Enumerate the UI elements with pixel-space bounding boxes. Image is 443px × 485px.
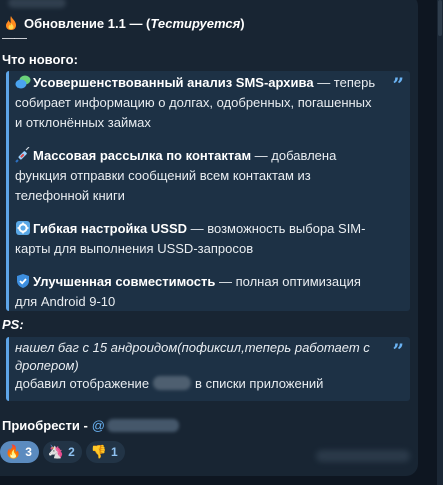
ps-added-line: добавил отображение в списки приложений bbox=[15, 376, 324, 391]
quote-mark-icon: ” bbox=[392, 339, 404, 363]
buy-username-link[interactable]: @ bbox=[92, 418, 105, 433]
shield-icon bbox=[17, 274, 29, 288]
feature-item-ussd: Гибкая настройка USSD — возможность выбо… bbox=[15, 221, 366, 256]
syringe-icon bbox=[15, 147, 30, 163]
reaction-count: 1 bbox=[110, 445, 118, 459]
ps-line: дропером) bbox=[15, 358, 79, 373]
buy-label: Приобрести - bbox=[2, 418, 88, 433]
scrollbar-thumb[interactable] bbox=[438, 0, 442, 36]
unicorn-icon: 🦄 bbox=[47, 444, 65, 459]
post-title-row: Обновление 1.1 — (Тестируется) bbox=[4, 13, 245, 33]
chat-bubble-icon bbox=[15, 75, 31, 89]
reaction-count: 3 bbox=[25, 445, 32, 459]
ps-line: нашел баг с 15 андроидом(пофиксил,теперь… bbox=[15, 340, 370, 355]
blurred-text bbox=[153, 376, 192, 390]
buy-row: Приобрести - @ bbox=[2, 418, 179, 433]
message-meta-blurred bbox=[316, 450, 410, 462]
message-content: Обновление 1.1 — (Тестируется) —— Что но… bbox=[0, 0, 418, 485]
fire-icon: 🔥 bbox=[5, 444, 22, 459]
reaction-unicorn[interactable]: 🦄 2 bbox=[42, 441, 82, 463]
chat-window: Обновление 1.1 — (Тестируется) —— Что но… bbox=[0, 0, 443, 485]
feature-item-mass-send: Массовая рассылка по контактам — добавле… bbox=[15, 147, 337, 203]
post-title: Обновление 1.1 — (Тестируется) bbox=[24, 15, 245, 31]
thumbs-down-icon: 👎 bbox=[90, 444, 107, 459]
reaction-count: 2 bbox=[68, 445, 75, 459]
divider-line: —— bbox=[2, 30, 27, 45]
feature-item-compat: Улучшенная совместимость — полная оптими… bbox=[15, 274, 361, 309]
ps-quote-block: ” нашел баг с 15 андроидом(пофиксил,тепе… bbox=[6, 337, 410, 401]
reactions-bar: 🔥 3 🦄 2 👎 1 bbox=[0, 441, 125, 463]
flame-logo-icon bbox=[6, 16, 16, 30]
gear-icon bbox=[16, 221, 30, 235]
scrollbar[interactable] bbox=[437, 0, 443, 485]
whats-new-heading: Что нового: bbox=[2, 52, 78, 67]
feature-item-sms: Усовершенствованный анализ SMS-архива — … bbox=[15, 75, 376, 130]
reaction-fire[interactable]: 🔥 3 bbox=[0, 441, 39, 463]
features-quote-block: ” Усовершенствованный анализ SMS-архива … bbox=[6, 71, 410, 311]
reaction-thumbs-down[interactable]: 👎 1 bbox=[85, 441, 125, 463]
buy-username-blurred[interactable] bbox=[106, 419, 179, 432]
ps-label: PS: bbox=[2, 317, 24, 332]
